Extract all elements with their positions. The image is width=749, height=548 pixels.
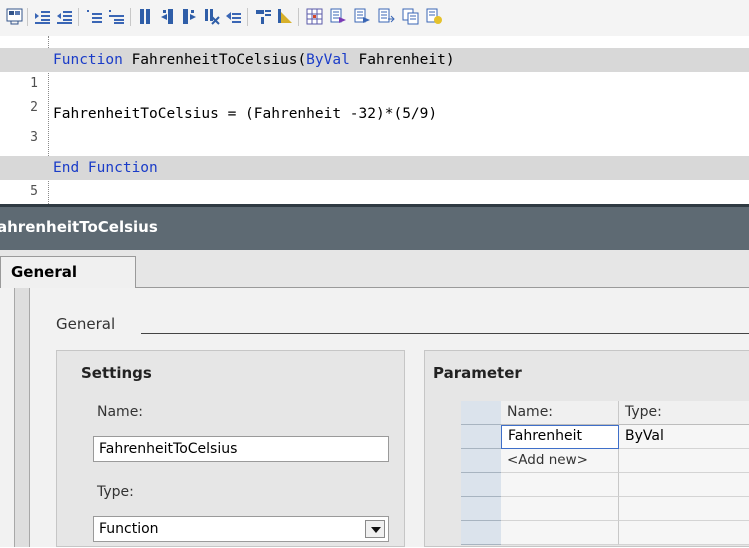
list-bullets-icon[interactable] — [86, 8, 103, 25]
column-header-name[interactable]: Name: — [501, 401, 619, 425]
row-selector[interactable] — [461, 425, 501, 449]
parameter-insert-icon[interactable] — [255, 8, 272, 25]
code-line-1[interactable]: 1 Function FahrenheitToCelsius(ByVal Fah… — [0, 48, 749, 91]
parameter-table: Name: Type: Fahrenheit ByVal <Add new> — [461, 401, 749, 548]
name-label: Name: — [97, 404, 144, 420]
toolbar-separator — [130, 8, 131, 26]
code-token: Fahrenheit) — [349, 52, 455, 68]
editor-toolbar — [0, 0, 749, 36]
paste-special-icon[interactable] — [330, 8, 347, 25]
table-row — [461, 473, 749, 497]
column-header-type[interactable]: Type: — [619, 401, 749, 425]
code-editor[interactable]: 1 Function FahrenheitToCelsius(ByVal Fah… — [0, 36, 749, 204]
row-selector[interactable] — [461, 449, 501, 473]
tab-label: General — [11, 263, 77, 281]
bookmark-next-icon[interactable] — [181, 8, 198, 25]
section-heading: General — [56, 315, 116, 333]
code-line-5[interactable]: 5 End Function — [0, 156, 749, 199]
code-line-2[interactable]: 2 — [0, 72, 749, 115]
grid-icon[interactable] — [306, 8, 323, 25]
indent-increase-icon[interactable] — [34, 8, 51, 25]
type-label: Type: — [97, 484, 134, 500]
row-selector — [461, 473, 501, 497]
properties-content: General Settings Name: FahrenheitToCelsi… — [0, 288, 749, 547]
toolbar-separator — [78, 8, 79, 26]
inspector-titlebar: ahrenheitToCelsius — [0, 204, 749, 250]
triangle-marker-icon[interactable] — [276, 8, 293, 25]
bookmark-icon[interactable] — [137, 8, 154, 25]
param-name-cell[interactable]: Fahrenheit — [501, 425, 619, 449]
param-type-cell[interactable]: ByVal — [619, 425, 749, 449]
code-line-4[interactable]: 4 — [0, 132, 749, 175]
section-divider — [141, 333, 749, 334]
code-token: FahrenheitToCelsius( — [122, 52, 307, 68]
document-copy-icon[interactable] — [402, 8, 419, 25]
settings-title: Settings — [81, 364, 152, 382]
bookmark-clear-icon[interactable] — [203, 8, 220, 25]
chevron-down-icon — [371, 527, 381, 533]
table-row[interactable]: Fahrenheit ByVal — [461, 425, 749, 449]
toolbar-separator — [27, 8, 28, 26]
bookmark-prev-icon[interactable] — [159, 8, 176, 25]
document-star-icon[interactable] — [426, 8, 443, 25]
line-number: 5 — [30, 184, 38, 199]
code-token: ByVal — [306, 52, 350, 68]
settings-panel: Settings Name: FahrenheitToCelsius Type:… — [56, 350, 405, 547]
param-type-cell[interactable] — [619, 449, 749, 473]
toolbar-separator — [298, 8, 299, 26]
empty-cell — [501, 521, 619, 545]
row-selector — [461, 497, 501, 521]
left-scrollbar[interactable] — [14, 288, 30, 547]
dropdown-button[interactable] — [365, 520, 385, 538]
parameter-panel: Parameter Name: Type: Fahrenheit ByVal <… — [424, 350, 749, 547]
list-align-icon[interactable] — [108, 8, 125, 25]
empty-cell — [619, 497, 749, 521]
table-row — [461, 521, 749, 545]
type-select-value: Function — [99, 521, 159, 537]
inspector-title: ahrenheitToCelsius — [0, 218, 158, 236]
empty-cell — [501, 497, 619, 521]
indent-decrease-icon[interactable] — [56, 8, 73, 25]
empty-cell — [619, 521, 749, 545]
table-row[interactable]: <Add new> — [461, 449, 749, 473]
code-token: End Function — [53, 160, 158, 176]
code-token: Function — [53, 52, 123, 68]
row-selector — [461, 401, 501, 425]
add-new-cell[interactable]: <Add new> — [501, 449, 619, 473]
list-outdent-icon[interactable] — [225, 8, 242, 25]
parameter-title: Parameter — [433, 364, 522, 382]
row-selector — [461, 521, 501, 545]
table-row — [461, 497, 749, 521]
name-input[interactable]: FahrenheitToCelsius — [93, 436, 389, 462]
type-select[interactable]: Function — [93, 516, 389, 542]
code-token: FahrenheitToCelsius = (Fahrenheit -32)*(… — [53, 106, 438, 122]
table-header: Name: Type: — [461, 401, 749, 425]
copy-special-icon[interactable] — [354, 8, 371, 25]
tab-general[interactable]: General — [0, 256, 136, 289]
toolbar-separator — [247, 8, 248, 26]
empty-cell — [619, 473, 749, 497]
vb-editor-icon[interactable] — [6, 8, 23, 25]
document-arrow-icon[interactable] — [378, 8, 395, 25]
code-line-3[interactable]: 3 FahrenheitToCelsius = (Fahrenheit -32)… — [0, 102, 749, 145]
empty-cell — [501, 473, 619, 497]
tab-strip: General — [0, 250, 749, 289]
